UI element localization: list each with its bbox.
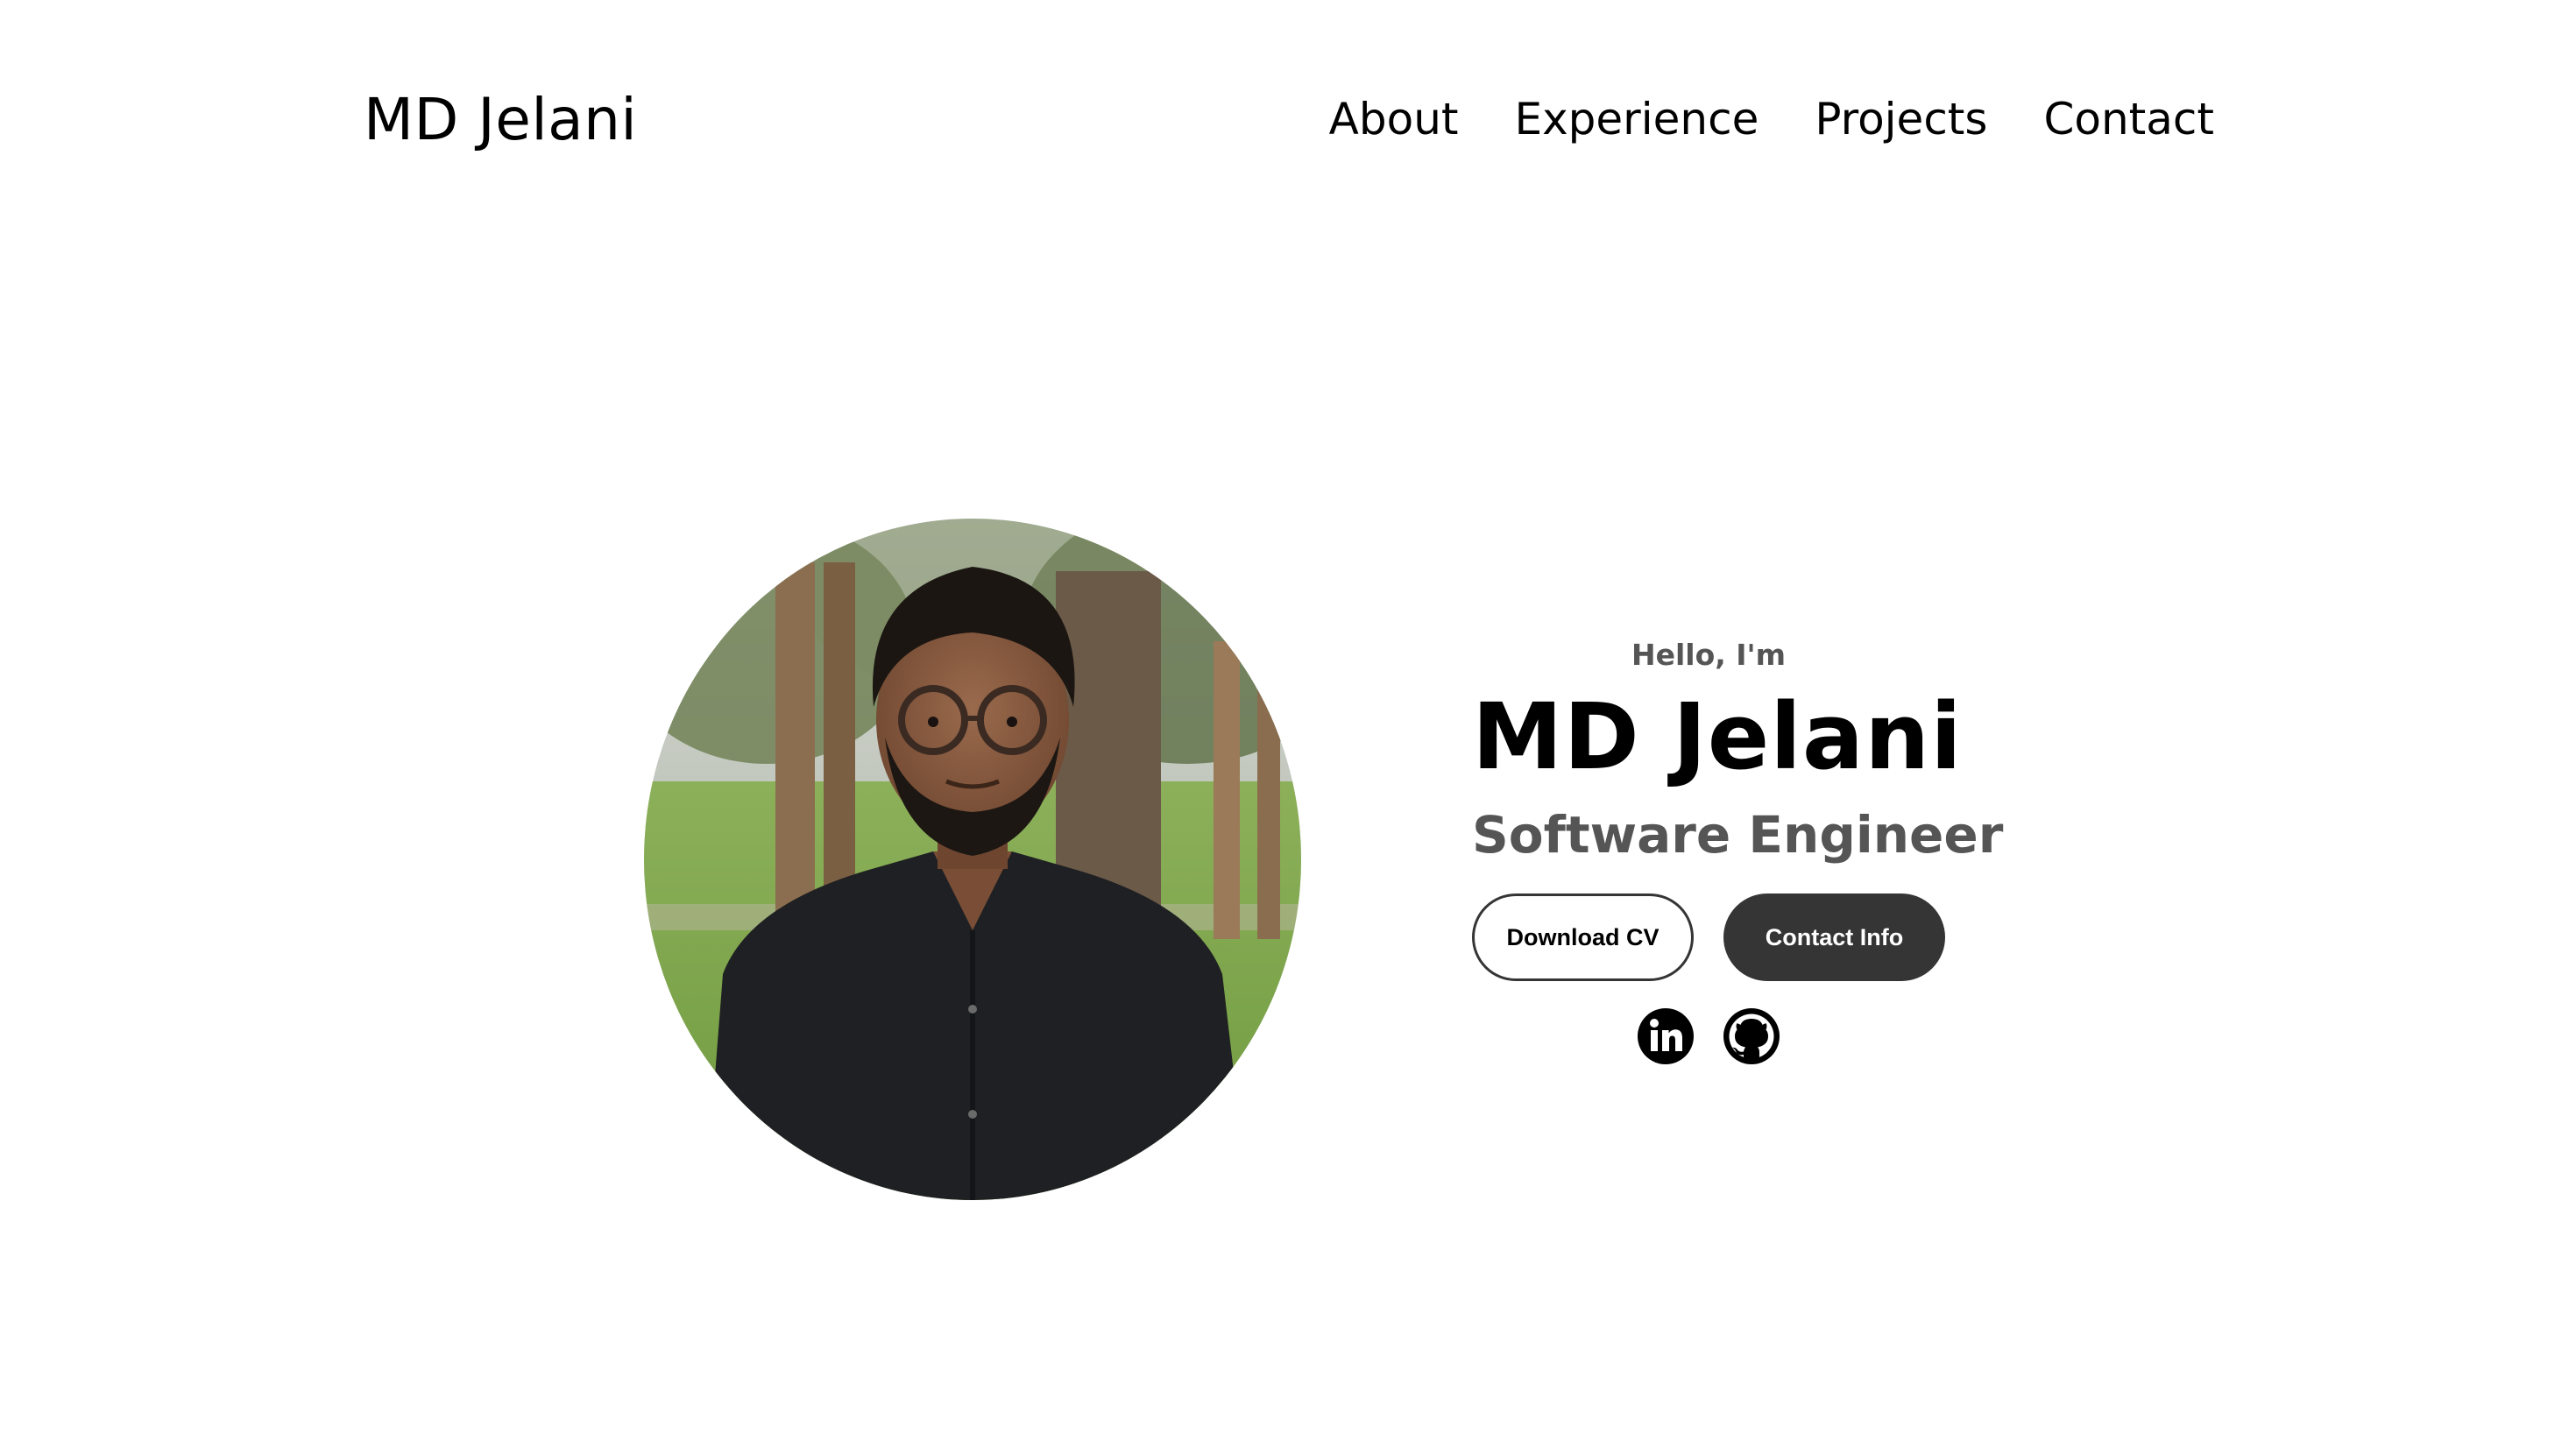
greeting-text: Hello, I'm <box>1631 638 1787 672</box>
profile-picture <box>644 519 1301 1200</box>
social-links <box>1472 1007 1945 1065</box>
job-title: Software Engineer <box>1472 805 2004 865</box>
profile-section: Hello, I'm MD Jelani Software Engineer D… <box>0 0 2576 1455</box>
contact-info-button[interactable]: Contact Info <box>1723 893 1945 981</box>
github-icon[interactable] <box>1723 1007 1780 1065</box>
button-row: Download CV Contact Info <box>1472 893 1945 981</box>
profile-photo <box>644 519 1301 1200</box>
download-cv-button[interactable]: Download CV <box>1472 893 1694 981</box>
intro-text: Hello, I'm MD Jelani Software Engineer D… <box>1472 631 2004 1065</box>
linkedin-icon[interactable] <box>1637 1007 1695 1065</box>
hero-name: MD Jelani <box>1472 683 1963 790</box>
